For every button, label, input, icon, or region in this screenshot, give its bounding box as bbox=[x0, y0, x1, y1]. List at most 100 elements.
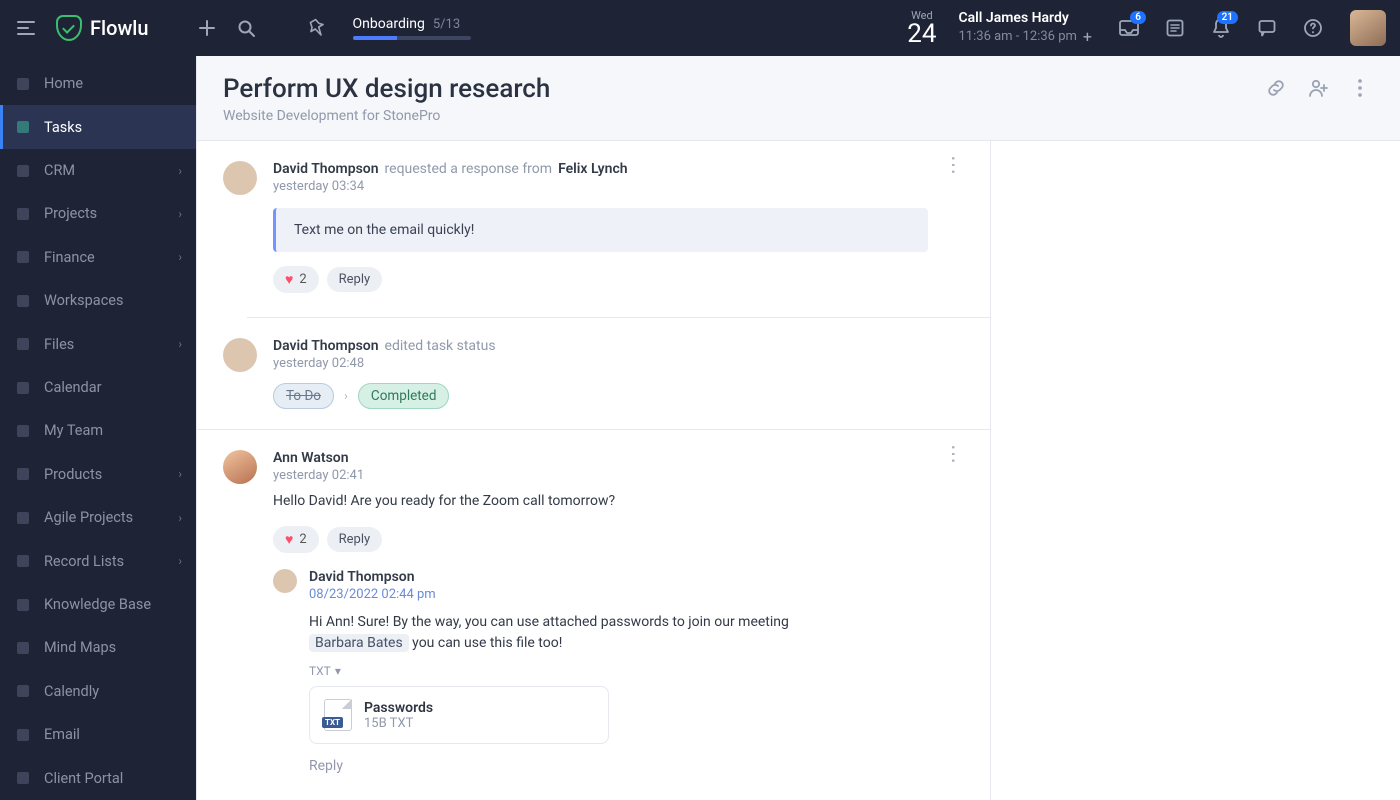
sidebar-item-label: Finance bbox=[44, 249, 95, 266]
link-icon[interactable] bbox=[1262, 74, 1290, 102]
status-from: To Do bbox=[273, 383, 334, 409]
notes-icon[interactable] bbox=[1156, 9, 1194, 47]
reply-message: Hi Ann! Sure! By the way, you can use at… bbox=[309, 612, 928, 654]
event-title: Call James Hardy bbox=[959, 9, 1093, 27]
reaction-heart[interactable]: ♥2 bbox=[273, 266, 319, 293]
file-icon: TXT bbox=[324, 699, 352, 731]
nested-reply: David Thompson 08/23/2022 02:44 pm Hi An… bbox=[273, 569, 928, 774]
sidebar-item-calendly[interactable]: Calendly bbox=[0, 670, 196, 713]
calendar-icon bbox=[14, 379, 32, 397]
attachment-type[interactable]: TXT ▾ bbox=[309, 664, 928, 678]
sidebar-item-client-portal[interactable]: Client Portal bbox=[0, 757, 196, 800]
sidebar-item-email[interactable]: Email bbox=[0, 713, 196, 756]
reply-link[interactable]: Reply bbox=[309, 758, 343, 774]
entry-author[interactable]: Ann Watson bbox=[273, 450, 349, 466]
search-button[interactable] bbox=[231, 12, 263, 44]
sidebar-item-calendar[interactable]: Calendar bbox=[0, 366, 196, 409]
user-avatar[interactable] bbox=[1350, 10, 1386, 46]
calendly-icon bbox=[14, 682, 32, 700]
workspaces-icon bbox=[14, 292, 32, 310]
sidebar-item-label: Client Portal bbox=[44, 770, 123, 787]
sidebar-item-label: CRM bbox=[44, 162, 75, 179]
add-event-icon[interactable]: + bbox=[1083, 27, 1092, 48]
feed-entry: Ann Watson yesterday 02:41 Hello David! … bbox=[197, 429, 990, 794]
activity-feed: David Thompson requested a response from… bbox=[197, 141, 990, 800]
entry-author[interactable]: David Thompson bbox=[273, 161, 379, 177]
sidebar-item-crm[interactable]: CRM › bbox=[0, 149, 196, 192]
records-icon bbox=[14, 552, 32, 570]
onboarding-widget[interactable]: Onboarding 5/13 bbox=[353, 16, 471, 40]
sidebar-item-label: Products bbox=[44, 466, 102, 483]
upcoming-event[interactable]: Call James Hardy 11:36 am - 12:36 pm + bbox=[959, 9, 1093, 48]
products-icon bbox=[14, 465, 32, 483]
sidebar-item-files[interactable]: Files› bbox=[0, 322, 196, 365]
chevron-down-icon: ▾ bbox=[335, 664, 341, 678]
inbox-icon[interactable]: 6 bbox=[1110, 9, 1148, 47]
sidebar-item-projects[interactable]: Projects› bbox=[0, 192, 196, 235]
sidebar-item-label: Email bbox=[44, 726, 80, 743]
topbar-date[interactable]: Wed 24 bbox=[907, 10, 936, 47]
reply-button[interactable]: Reply bbox=[327, 527, 383, 552]
menu-toggle-icon[interactable] bbox=[10, 12, 42, 44]
brand-logo[interactable]: Flowlu bbox=[56, 15, 149, 41]
sidebar-item-label: Workspaces bbox=[44, 292, 123, 309]
sidebar-item-knowledge-base[interactable]: Knowledge Base bbox=[0, 583, 196, 626]
reply-button[interactable]: Reply bbox=[327, 267, 383, 292]
entry-target[interactable]: Felix Lynch bbox=[558, 161, 628, 177]
sidebar-item-agile-projects[interactable]: Agile Projects › bbox=[0, 496, 196, 539]
sidebar-item-workspaces[interactable]: Workspaces bbox=[0, 279, 196, 322]
quote-message: Text me on the email quickly! bbox=[273, 208, 928, 252]
sidebar-item-home[interactable]: Home bbox=[0, 62, 196, 105]
attachment-card[interactable]: TXT Passwords 15B TXT bbox=[309, 686, 609, 744]
sidebar-item-label: My Team bbox=[44, 422, 103, 439]
avatar[interactable] bbox=[223, 450, 257, 484]
assign-icon[interactable] bbox=[1304, 74, 1332, 102]
help-icon[interactable] bbox=[1294, 9, 1332, 47]
content: Perform UX design research Website Devel… bbox=[196, 56, 1400, 800]
entry-timestamp: yesterday 03:34 bbox=[273, 179, 928, 194]
chat-icon[interactable] bbox=[1248, 9, 1286, 47]
sidebar-item-label: Projects bbox=[44, 205, 97, 222]
pin-icon[interactable] bbox=[301, 12, 333, 44]
avatar[interactable] bbox=[273, 569, 297, 593]
bell-icon[interactable]: 21 bbox=[1202, 9, 1240, 47]
sidebar-item-tasks[interactable]: Tasks bbox=[0, 105, 196, 148]
page-actions bbox=[1262, 74, 1374, 102]
entry-action: requested a response from bbox=[385, 161, 553, 177]
status-to: Completed bbox=[358, 383, 450, 409]
more-icon[interactable] bbox=[1346, 74, 1374, 102]
sidebar-item-products[interactable]: Products› bbox=[0, 453, 196, 496]
sidebar-item-label: Calendly bbox=[44, 683, 99, 700]
sidebar-item-finance[interactable]: Finance› bbox=[0, 236, 196, 279]
page-header: Perform UX design research Website Devel… bbox=[197, 56, 1400, 141]
entry-message: Hello David! Are you ready for the Zoom … bbox=[273, 491, 928, 512]
entry-timestamp: yesterday 02:48 bbox=[273, 356, 964, 371]
onboarding-count: 5/13 bbox=[433, 17, 460, 32]
crm-icon bbox=[14, 162, 32, 180]
sidebar-item-label: Calendar bbox=[44, 379, 102, 396]
user-mention[interactable]: Barbara Bates bbox=[309, 634, 409, 652]
chevron-right-icon: › bbox=[178, 164, 182, 178]
right-pane bbox=[990, 141, 1400, 800]
file-meta: 15B TXT bbox=[364, 716, 433, 731]
chevron-right-icon: › bbox=[178, 337, 182, 351]
sidebar: HomeTasksCRM›Projects›Finance›Workspaces… bbox=[0, 56, 196, 800]
avatar[interactable] bbox=[223, 161, 257, 195]
avatar[interactable] bbox=[223, 338, 257, 372]
projects-icon bbox=[14, 205, 32, 223]
sidebar-item-my-team[interactable]: My Team bbox=[0, 409, 196, 452]
add-button[interactable] bbox=[191, 12, 223, 44]
sidebar-item-label: Tasks bbox=[44, 119, 82, 136]
files-icon bbox=[14, 335, 32, 353]
page-subtitle[interactable]: Website Development for StonePro bbox=[223, 108, 1250, 124]
sidebar-item-mind-maps[interactable]: Mind Maps bbox=[0, 626, 196, 669]
sidebar-item-record-lists[interactable]: Record Lists› bbox=[0, 539, 196, 582]
status-change: To Do › Completed bbox=[273, 383, 964, 409]
chevron-right-icon: › bbox=[178, 511, 182, 525]
sidebar-item-label: Agile Projects bbox=[44, 509, 133, 526]
entry-author[interactable]: David Thompson bbox=[273, 338, 379, 354]
reply-author[interactable]: David Thompson bbox=[309, 569, 415, 585]
kb-icon bbox=[14, 596, 32, 614]
reaction-heart[interactable]: ♥2 bbox=[273, 526, 319, 553]
onboarding-label: Onboarding bbox=[353, 16, 425, 32]
